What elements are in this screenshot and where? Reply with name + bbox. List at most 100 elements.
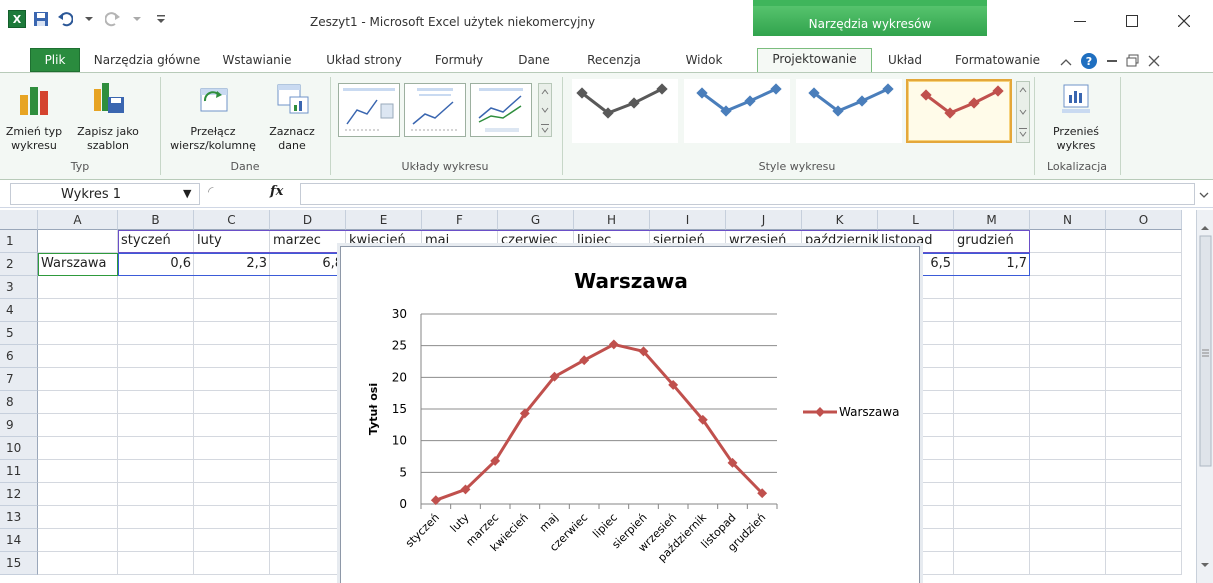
chart-layout-3[interactable] [470,83,532,137]
redo-dropdown-icon[interactable] [128,10,146,28]
column-header-l[interactable]: L [878,210,954,230]
styles-scroll[interactable] [1016,81,1030,143]
column-header-i[interactable]: I [650,210,726,230]
minimize-button[interactable] [1054,8,1106,34]
row-header-5[interactable]: 5 [0,322,38,345]
save-as-template-button[interactable]: Zapisz jako szablon [64,81,152,153]
chart-layout-2[interactable] [404,83,466,137]
gridline [269,230,270,575]
y-tick-label: 20 [392,370,407,384]
excel-logo-icon[interactable]: X [8,10,26,28]
tab-formulas[interactable]: Formuły [424,50,494,72]
tab-review[interactable]: Recenzja [574,50,654,72]
cell-b2[interactable]: 0,6 [118,253,194,275]
tab-file[interactable]: Plik [30,48,80,72]
tab-home[interactable]: Narzędzia główne [92,50,202,72]
tab-chart-layout[interactable]: Układ [875,50,935,72]
window-title: Zeszyt1 - Microsoft Excel użytek niekome… [310,15,596,29]
row-header-7[interactable]: 7 [0,368,38,391]
tab-design[interactable]: Projektowanie [757,48,872,73]
workbook-minimize-icon[interactable] [1106,55,1118,70]
y-tick-label: 10 [392,434,407,448]
ribbon-tabs: Plik Narzędzia główne Wstawianie Układ s… [0,46,1213,73]
row-header-2[interactable]: 2 [0,253,38,276]
column-header-c[interactable]: C [194,210,270,230]
chart-style-blue[interactable] [684,79,790,143]
close-button[interactable] [1158,8,1210,34]
window-controls [1000,8,1210,34]
switch-row-column-button[interactable]: Przełącz wiersz/kolumnę [164,81,262,153]
chart-area[interactable]: Warszawa 0 5 10 15 20 25 30 Tytuł osi styczeń luty… [340,246,920,583]
formula-input[interactable] [300,183,1195,205]
chart-layout-1[interactable] [338,83,400,137]
row-header-14[interactable]: 14 [0,529,38,552]
gridline [117,230,118,575]
workbook-close-icon[interactable] [1148,55,1160,70]
move-chart-icon [1038,81,1114,121]
row-header-8[interactable]: 8 [0,391,38,414]
cell-b1[interactable]: styczeń [118,230,194,252]
column-header-m[interactable]: M [954,210,1030,230]
select-data-button[interactable]: Zaznacz dane [264,81,320,153]
column-header-f[interactable]: F [422,210,498,230]
cell-c2[interactable]: 2,3 [194,253,270,275]
row-header-3[interactable]: 3 [0,276,38,299]
undo-dropdown-icon[interactable] [80,10,98,28]
row-header-10[interactable]: 10 [0,437,38,460]
maximize-button[interactable] [1106,8,1158,34]
tab-page-layout[interactable]: Układ strony [314,50,414,72]
x-tick-label: styczeń [403,511,442,550]
row-header-1[interactable]: 1 [0,230,38,253]
column-header-j[interactable]: J [726,210,802,230]
column-header-a[interactable]: A [38,210,118,230]
row-header-6[interactable]: 6 [0,345,38,368]
cell-m1[interactable]: grudzień [954,230,1030,252]
x-tick-label: maj [537,511,561,535]
insert-function-icon[interactable]: fx [270,184,283,199]
cell-d1[interactable]: marzec [270,230,346,252]
redo-icon[interactable] [104,10,122,28]
title-bar: X Zeszyt1 - Microsoft Excel użytek nieko… [0,0,1213,46]
row-header-4[interactable]: 4 [0,299,38,322]
help-icon[interactable]: ? [1080,52,1098,73]
column-header-o[interactable]: O [1106,210,1182,230]
cell-m2[interactable]: 1,7 [954,253,1030,275]
tab-insert[interactable]: Wstawianie [212,50,302,72]
formula-bar-divider-icon: ◜ [208,184,214,200]
cell-d2[interactable]: 6,8 [270,253,346,275]
column-header-e[interactable]: E [346,210,422,230]
chart-style-red-selected[interactable] [906,79,1012,143]
tab-view[interactable]: Widok [664,50,744,72]
name-box-dropdown-icon[interactable]: ▼ [183,187,191,200]
select-all-corner[interactable] [0,210,38,230]
chart-style-gray[interactable] [572,79,678,143]
column-header-h[interactable]: H [574,210,650,230]
customize-qat-icon[interactable] [152,10,170,28]
column-header-b[interactable]: B [118,210,194,230]
column-header-d[interactable]: D [270,210,346,230]
workbook-restore-icon[interactable] [1126,54,1140,71]
column-header-k[interactable]: K [802,210,878,230]
layouts-scroll[interactable] [538,83,552,137]
undo-icon[interactable] [56,10,74,28]
change-chart-type-button[interactable]: Zmień typ wykresu [4,81,64,153]
row-header-12[interactable]: 12 [0,483,38,506]
column-header-g[interactable]: G [498,210,574,230]
minimize-ribbon-icon[interactable] [1060,56,1072,70]
row-header-11[interactable]: 11 [0,460,38,483]
expand-formula-bar-icon[interactable] [1199,188,1209,202]
tab-format[interactable]: Formatowanie [945,50,1050,72]
move-chart-button[interactable]: Przenieś wykres [1038,81,1114,153]
gridline [953,230,954,575]
tab-data[interactable]: Dane [504,50,564,72]
name-box[interactable]: Wykres 1 ▼ [10,183,200,205]
save-icon[interactable] [32,10,50,28]
cell-a2[interactable]: Warszawa [38,253,118,275]
row-header-9[interactable]: 9 [0,414,38,437]
column-header-n[interactable]: N [1030,210,1106,230]
row-header-15[interactable]: 15 [0,552,38,575]
vertical-scrollbar[interactable] [1196,210,1213,583]
row-header-13[interactable]: 13 [0,506,38,529]
cell-c1[interactable]: luty [194,230,270,252]
chart-style-blue-alt[interactable] [796,79,902,143]
